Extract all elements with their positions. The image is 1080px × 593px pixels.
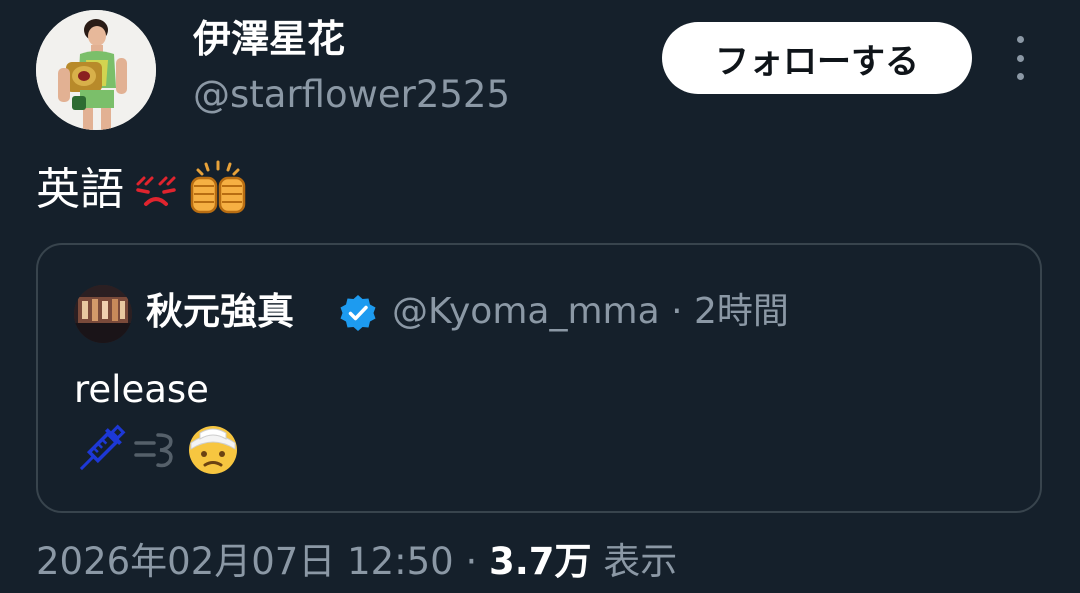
- tweet: 伊澤星花 @starflower2525 フォローする 英語 秋元強真 @Kyo…: [0, 0, 1080, 593]
- more-dot: [1016, 36, 1024, 43]
- views-label: 表示: [591, 540, 678, 583]
- tweet-meta: 2026年02月07日 12:50 · 3.7万 表示: [36, 536, 677, 588]
- bandaged-face-emoji-icon: [186, 423, 240, 481]
- dash-emoji-icon: [134, 427, 180, 477]
- quoted-tweet-card[interactable]: 秋元強真 @Kyoma_mma · 2時間 release: [36, 243, 1042, 513]
- author-handle[interactable]: @starflower2525: [193, 70, 510, 120]
- views-count: 3.7万: [489, 540, 592, 583]
- quote-author-name[interactable]: 秋元強真: [146, 287, 294, 337]
- verified-badge-icon: [340, 295, 376, 331]
- profile-photo-icon: [74, 285, 132, 343]
- more-dot: [1016, 73, 1024, 80]
- author-display-name[interactable]: 伊澤星花: [193, 14, 345, 64]
- tweet-text: 英語: [36, 158, 248, 222]
- quote-author-avatar[interactable]: [74, 285, 132, 343]
- quote-author-handle-time[interactable]: @Kyoma_mma · 2時間: [392, 287, 789, 337]
- fist-bump-emoji-icon: [188, 160, 248, 220]
- syringe-emoji-icon: [72, 423, 128, 481]
- quote-emojis: [72, 423, 240, 481]
- more-icon[interactable]: [1000, 36, 1040, 80]
- angry-face-emoji-icon: [132, 166, 180, 214]
- profile-photo-icon: [36, 10, 156, 130]
- tweet-text-label: 英語: [36, 164, 124, 215]
- follow-button[interactable]: フォローする: [662, 22, 972, 94]
- more-dot: [1016, 54, 1024, 62]
- author-avatar[interactable]: [36, 10, 156, 130]
- quote-text: release: [74, 368, 209, 411]
- tweet-timestamp[interactable]: 2026年02月07日 12:50 ·: [36, 540, 489, 583]
